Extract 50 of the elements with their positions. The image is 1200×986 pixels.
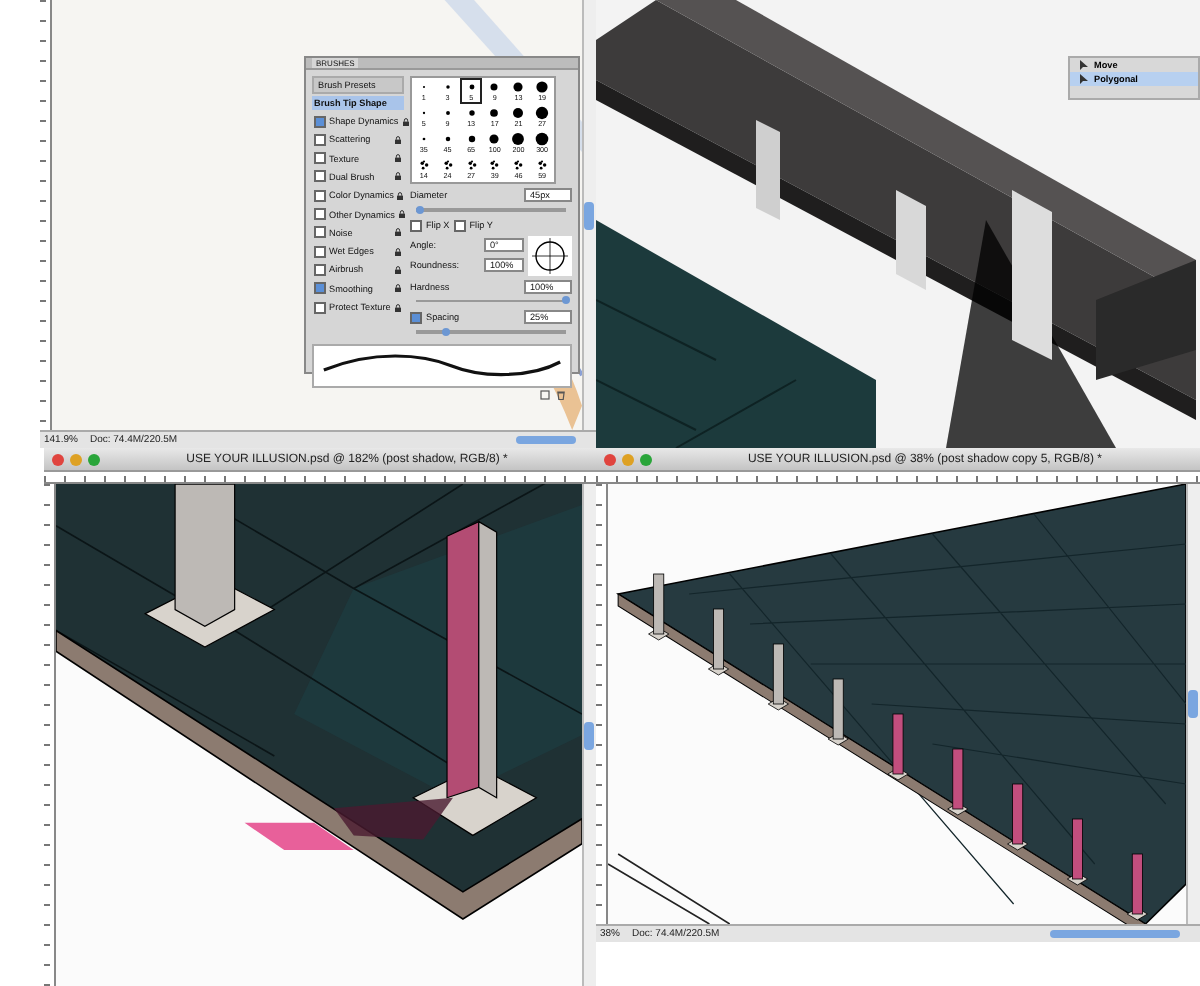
- lock-icon[interactable]: [394, 284, 402, 293]
- brush-angle-icon[interactable]: [528, 235, 572, 275]
- round-brush-icon: [491, 83, 499, 91]
- vertical-scrollbar[interactable]: [1186, 484, 1200, 924]
- vertical-scrollbar[interactable]: [582, 484, 596, 986]
- checkbox[interactable]: [314, 170, 326, 183]
- checkbox[interactable]: [314, 133, 326, 146]
- close-button[interactable]: [52, 453, 64, 465]
- round-brush-icon: [467, 135, 475, 143]
- lock-icon[interactable]: [394, 247, 402, 256]
- checkbox[interactable]: [453, 219, 466, 231]
- round-brush-icon: [513, 82, 523, 92]
- round-brush-icon: [536, 81, 548, 93]
- horizontal-scrollbar[interactable]: [1050, 930, 1180, 938]
- round-brush-icon: [490, 109, 499, 117]
- lock-icon[interactable]: [401, 117, 410, 126]
- checkbox[interactable]: [314, 226, 326, 239]
- scatter-brush-icon: [443, 160, 452, 170]
- horizontal-scrollbar[interactable]: [516, 436, 576, 444]
- round-brush-icon: [490, 134, 500, 144]
- lock-icon[interactable]: [394, 172, 402, 181]
- trash-icon[interactable]: [556, 389, 566, 399]
- vertical-scrollbar[interactable]: [582, 0, 596, 430]
- scatter-brush-icon: [514, 160, 523, 170]
- lock-icon[interactable]: [394, 265, 402, 274]
- new-brush-icon[interactable]: [540, 389, 550, 399]
- scatter-brush-icon: [420, 160, 429, 170]
- round-brush-icon: [468, 84, 474, 90]
- lock-icon[interactable]: [396, 191, 405, 200]
- scatter-brush-icon: [491, 160, 500, 170]
- scatter-brush-icon: [538, 160, 547, 170]
- lock-icon[interactable]: [394, 228, 402, 237]
- checkbox[interactable]: [314, 301, 326, 314]
- checkbox[interactable]: [410, 311, 422, 323]
- scatter-brush-icon: [467, 160, 476, 170]
- checkbox[interactable]: [314, 263, 326, 276]
- checkbox[interactable]: [314, 189, 326, 202]
- checkbox[interactable]: [314, 282, 326, 295]
- lock-icon[interactable]: [394, 154, 402, 163]
- lock-icon[interactable]: [397, 210, 406, 219]
- checkbox[interactable]: [314, 245, 326, 258]
- lock-icon[interactable]: [394, 135, 402, 144]
- round-brush-icon: [468, 110, 474, 116]
- checkbox[interactable]: [410, 219, 422, 231]
- checkbox[interactable]: [314, 208, 326, 221]
- checkbox[interactable]: [314, 152, 326, 165]
- checkbox[interactable]: [314, 115, 326, 128]
- lock-icon[interactable]: [394, 303, 402, 312]
- close-button[interactable]: [604, 453, 616, 465]
- round-brush-icon: [445, 136, 450, 142]
